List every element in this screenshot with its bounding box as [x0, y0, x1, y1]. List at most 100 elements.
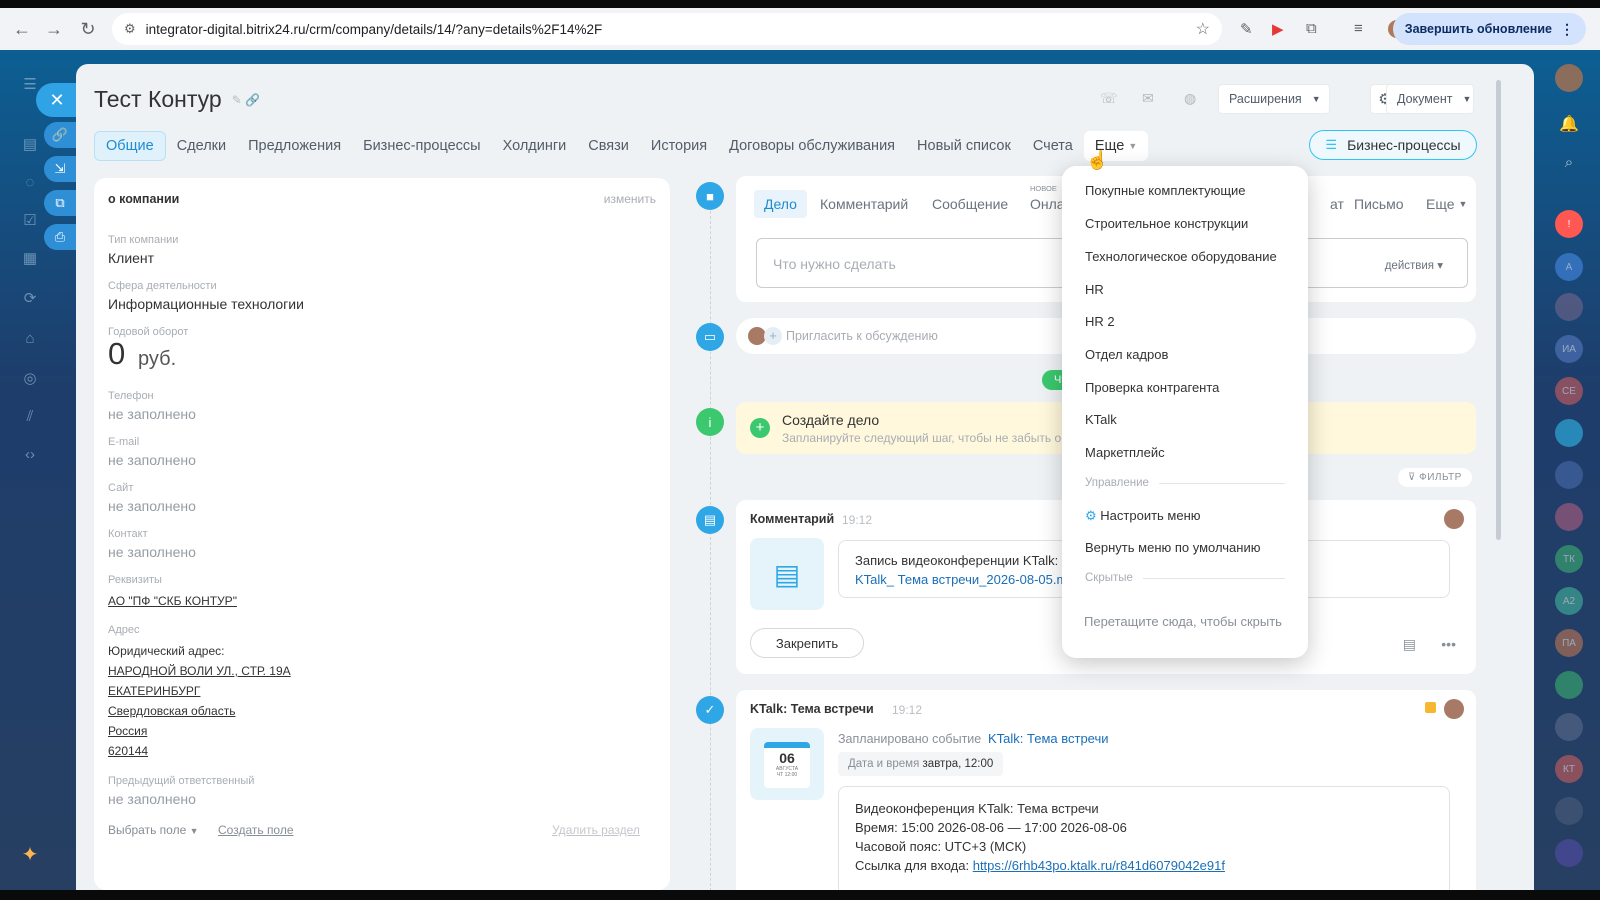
- chat-avatar-1[interactable]: А: [1555, 253, 1583, 281]
- site-settings-icon[interactable]: ⚙: [124, 21, 136, 37]
- pin-button[interactable]: Закрепить: [750, 628, 864, 658]
- print-tab-icon[interactable]: ⎙: [44, 224, 76, 250]
- chat-avatar-8[interactable]: ТК: [1555, 545, 1583, 573]
- tasks-icon[interactable]: ☑: [18, 208, 42, 232]
- menu-item[interactable]: Маркетплейс: [1085, 445, 1165, 460]
- chat-avatar-15[interactable]: [1555, 839, 1583, 867]
- join-link[interactable]: https://6rhb43po.ktalk.ru/r841d6079042e9…: [973, 858, 1225, 873]
- scrollbar[interactable]: [1496, 80, 1501, 540]
- address-line[interactable]: НАРОДНОЙ ВОЛИ УЛ., СТР. 19А: [108, 664, 291, 678]
- chat-avatar-10[interactable]: ПА: [1555, 629, 1583, 657]
- delete-section-link[interactable]: Удалить раздел: [552, 823, 640, 837]
- tab-relations[interactable]: Связи: [577, 131, 640, 161]
- site-value[interactable]: не заполнено: [108, 498, 196, 514]
- back-icon[interactable]: ←: [6, 13, 38, 45]
- extensions-puzzle-icon[interactable]: ⧉: [1306, 20, 1317, 37]
- choose-field-dropdown[interactable]: Выбрать поле ▼: [108, 823, 199, 837]
- flag-icon[interactable]: [1425, 702, 1436, 713]
- more-icon[interactable]: •••: [1441, 636, 1456, 652]
- plus-icon[interactable]: +: [750, 418, 770, 438]
- editor-tab-more[interactable]: Еще ▼: [1416, 190, 1477, 218]
- tab-offers[interactable]: Предложения: [237, 131, 352, 161]
- revenue-value[interactable]: 0: [108, 336, 125, 372]
- reload-icon[interactable]: ↻: [72, 13, 104, 45]
- editor-tab-task[interactable]: Дело: [754, 190, 807, 218]
- chat-icon[interactable]: ◌: [18, 170, 42, 194]
- user-avatar[interactable]: [1555, 64, 1583, 92]
- address-line[interactable]: ЕКАТЕРИНБУРГ: [108, 684, 200, 698]
- address-line[interactable]: 620144: [108, 744, 148, 758]
- menu-item[interactable]: Покупные комплектующие: [1085, 183, 1246, 198]
- sites-icon[interactable]: ◎: [18, 366, 42, 390]
- tab-new-list[interactable]: Новый список: [906, 131, 1022, 161]
- editor-tab-comment[interactable]: Комментарий: [810, 190, 918, 218]
- tab-history[interactable]: История: [640, 131, 718, 161]
- youtube-extension-icon[interactable]: ▶: [1272, 20, 1284, 38]
- actions-dropdown[interactable]: действия ▾: [1385, 258, 1443, 272]
- extensions-dropdown[interactable]: Расширения ▼: [1218, 84, 1330, 114]
- chat-avatar-2[interactable]: [1555, 293, 1583, 321]
- chat-avatar-13[interactable]: КТ: [1555, 755, 1583, 783]
- forward-icon[interactable]: →: [38, 13, 70, 45]
- menu-item[interactable]: Отдел кадров: [1085, 347, 1168, 362]
- note-icon[interactable]: ▤: [1403, 636, 1416, 653]
- search-chat-icon[interactable]: ⌕: [1555, 148, 1583, 176]
- industry-value[interactable]: Информационные технологии: [108, 296, 304, 312]
- menu-item[interactable]: HR: [1085, 282, 1104, 297]
- author-avatar[interactable]: [1444, 509, 1464, 529]
- address-line[interactable]: Свердловская область: [108, 704, 235, 718]
- chat-avatar-11[interactable]: [1555, 671, 1583, 699]
- configure-menu-item[interactable]: ⚙ Настроить меню: [1085, 508, 1201, 524]
- planned-event-link[interactable]: KTalk: Тема встречи: [988, 731, 1109, 746]
- media-queue-icon[interactable]: ≡: [1354, 20, 1363, 37]
- mail-icon[interactable]: ✉: [1142, 90, 1154, 107]
- chat-avatar-7[interactable]: [1555, 503, 1583, 531]
- document-dropdown[interactable]: Документ ▼: [1386, 84, 1474, 114]
- tab-deals[interactable]: Сделки: [166, 131, 237, 161]
- tab-invoices[interactable]: Счета: [1022, 131, 1084, 161]
- company-type-value[interactable]: Клиент: [108, 250, 154, 266]
- phone-value[interactable]: не заполнено: [108, 406, 196, 422]
- editor-tab-message[interactable]: Сообщение: [922, 190, 1018, 218]
- edit-section-link[interactable]: изменить: [604, 192, 656, 206]
- tab-service-contracts[interactable]: Договоры обслуживания: [718, 131, 906, 161]
- address-line[interactable]: Россия: [108, 724, 147, 738]
- tab-general[interactable]: Общие: [94, 131, 166, 161]
- analytics-icon[interactable]: ⫽: [18, 404, 42, 428]
- crm-icon[interactable]: ▤: [18, 132, 42, 156]
- copilot-icon[interactable]: ✦: [18, 842, 42, 866]
- recording-link[interactable]: KTalk_ Тема встречи_2026-08-05.m: [855, 572, 1067, 587]
- menu-item[interactable]: HR 2: [1085, 314, 1115, 329]
- calendar-icon[interactable]: ▦: [18, 246, 42, 270]
- chat-avatar-6[interactable]: [1555, 461, 1583, 489]
- download-tab-icon[interactable]: ⇲: [44, 156, 76, 182]
- add-user-icon[interactable]: +: [764, 327, 782, 345]
- author-avatar[interactable]: [1444, 699, 1464, 719]
- chat-avatar-14[interactable]: [1555, 797, 1583, 825]
- contact-value[interactable]: не заполнено: [108, 544, 196, 560]
- chat-avatar-4[interactable]: СЕ: [1555, 377, 1583, 405]
- filter-button[interactable]: ⊽ ФИЛЬТР: [1398, 468, 1472, 487]
- chat-avatar-5[interactable]: [1555, 419, 1583, 447]
- alert-icon[interactable]: !: [1555, 210, 1583, 238]
- menu-item[interactable]: Проверка контрагента: [1085, 380, 1219, 395]
- menu-item[interactable]: Строительное конструкции: [1085, 216, 1248, 231]
- code-icon[interactable]: ‹›: [18, 442, 42, 466]
- shop-icon[interactable]: ⌂: [18, 326, 42, 350]
- menu-item[interactable]: KTalk: [1085, 412, 1117, 427]
- chat-avatar-12[interactable]: [1555, 713, 1583, 741]
- chat-bubble-icon[interactable]: ◍: [1184, 90, 1196, 107]
- editor-tab-letter[interactable]: Письмо: [1344, 190, 1414, 218]
- create-field-link[interactable]: Создать поле: [218, 823, 294, 837]
- bookmark-star-icon[interactable]: ☆: [1196, 19, 1210, 39]
- chat-avatar-3[interactable]: ИА: [1555, 335, 1583, 363]
- prev-responsible-value[interactable]: не заполнено: [108, 791, 196, 807]
- link-tab-icon[interactable]: 🔗: [44, 122, 76, 148]
- chat-avatar-9[interactable]: А2: [1555, 587, 1583, 615]
- notifications-bell-icon[interactable]: 🔔: [1555, 110, 1583, 138]
- tab-business-processes[interactable]: Бизнес-процессы: [352, 131, 492, 161]
- pen-extension-icon[interactable]: ✎: [1240, 20, 1253, 38]
- tab-holdings[interactable]: Холдинги: [492, 131, 578, 161]
- open-tab-icon[interactable]: ⧉: [44, 190, 76, 216]
- reset-menu-item[interactable]: Вернуть меню по умолчанию: [1085, 540, 1260, 555]
